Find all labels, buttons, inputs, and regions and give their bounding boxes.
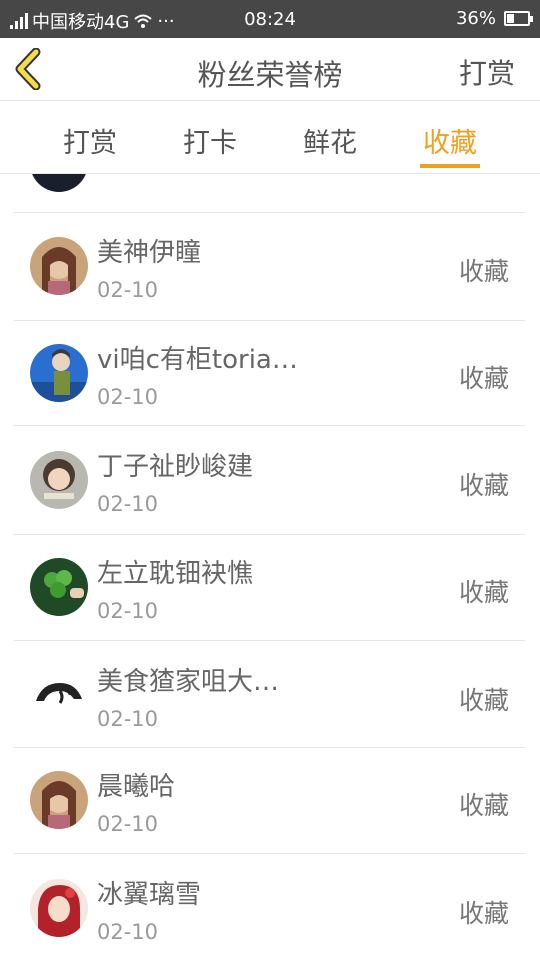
list-item-action: 收藏 [458, 899, 509, 928]
list-item-action: 收藏 [458, 686, 509, 715]
list-item-action: 收藏 [458, 471, 509, 500]
battery-percent: 36% [455, 8, 496, 29]
list-item-name: 丁子祉眇峻建 [97, 452, 254, 482]
avatar [30, 879, 88, 937]
list-item[interactable]: 晨曦哈 02-10 收藏 [14, 748, 525, 854]
avatar [30, 665, 88, 723]
list-item[interactable]: 左立耽钿袂憔 02-10 收藏 [14, 535, 525, 641]
avatar [30, 451, 88, 509]
list-item-date: 02-10 [97, 492, 159, 516]
list-item-name: 晨曦哈 [97, 772, 176, 802]
battery-icon [504, 11, 533, 26]
list-item-date: 02-10 [97, 278, 159, 302]
list-item-name: 左立耽钿袂憔 [97, 559, 254, 589]
list-item-partial[interactable]: 02-10 [14, 174, 525, 213]
avatar [30, 237, 88, 295]
active-tab-indicator [420, 164, 480, 168]
list-item-date: 02-10 [97, 385, 159, 409]
tab-checkin[interactable]: 打卡 [170, 121, 250, 160]
list-item-action: 收藏 [458, 578, 509, 607]
list-item[interactable]: 冰翼璃雪 02-10 收藏 [14, 854, 525, 960]
avatar [30, 344, 88, 402]
list-item-action: 收藏 [458, 364, 509, 393]
avatar [30, 771, 88, 829]
list-item-name: vi咱c有柜toria… [97, 345, 298, 375]
status-bar: 中国移动4G ··· 08:24 36% [0, 0, 540, 38]
list-item-action: 收藏 [458, 257, 509, 286]
list-item-date: 02-10 [97, 920, 159, 944]
reward-button[interactable]: 打赏 [459, 52, 515, 92]
fan-list[interactable]: 02-10 美神伊瞳 02-10 收藏 vi咱c有柜toria… 02-1 [0, 174, 540, 960]
tab-flowers[interactable]: 鲜花 [290, 121, 370, 160]
list-item-name: 冰翼璃雪 [97, 880, 202, 910]
list-item-date: 02-10 [97, 812, 159, 836]
list-item-name: 美食猹家咀大… [97, 667, 280, 697]
status-right: 36% [455, 8, 533, 29]
list-item[interactable]: 美神伊瞳 02-10 收藏 [14, 212, 525, 321]
avatar [30, 174, 88, 192]
list-item[interactable]: 丁子祉眇峻建 02-10 收藏 [14, 426, 525, 535]
tab-favorites[interactable]: 收藏 [410, 121, 490, 160]
list-item-date: 02-10 [97, 599, 159, 623]
tab-reward[interactable]: 打赏 [50, 121, 130, 160]
nav-bar: 粉丝荣誉榜 打赏 [0, 38, 540, 101]
list-item-name: 美神伊瞳 [97, 238, 202, 268]
list-item[interactable]: vi咱c有柜toria… 02-10 收藏 [14, 321, 525, 426]
avatar [30, 558, 88, 616]
list-item-action: 收藏 [458, 791, 509, 820]
list-item-date: 02-10 [97, 707, 159, 731]
list-item[interactable]: 美食猹家咀大… 02-10 收藏 [14, 641, 525, 748]
